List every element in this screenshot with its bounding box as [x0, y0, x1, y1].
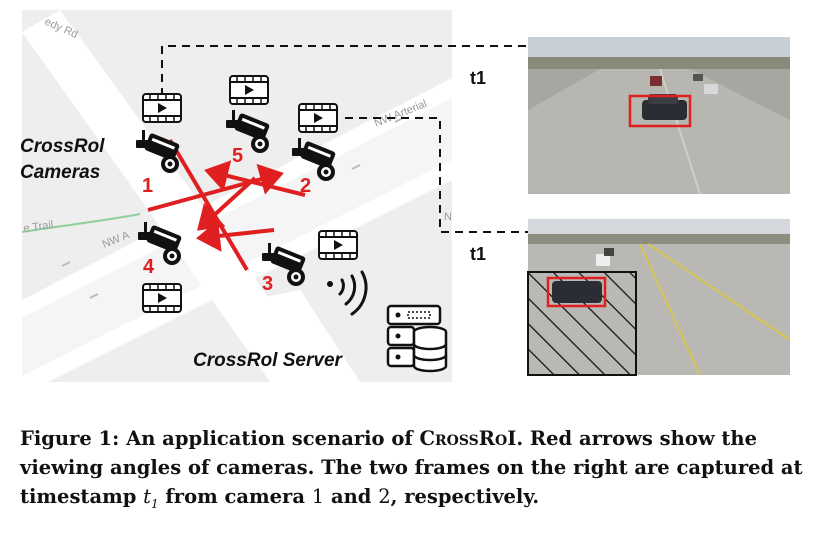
camera-number-3: 3 — [262, 273, 273, 295]
video-icon-cam4 — [142, 283, 182, 313]
video-icon-cam2 — [298, 103, 338, 133]
video-icon-cam5 — [229, 75, 269, 105]
road-label-n: N — [444, 211, 452, 223]
figure-diagram: edy Rd NW Arterial NW A e Trail N 1 2 3 … — [20, 10, 791, 382]
caption-timestamp: t1 — [143, 485, 159, 511]
timestamp-label-bottom: t1 — [470, 244, 486, 264]
caption-prefix: Figure 1: An application scenario of — [20, 427, 420, 450]
cameras-label-line2: Cameras — [20, 162, 100, 183]
camera-number-2: 2 — [300, 175, 311, 197]
caption-cam-a: 1 — [311, 485, 325, 508]
caption-suffix: , respectively. — [390, 485, 540, 508]
caption-ts-var: t — [143, 485, 151, 508]
server-label: CrossRol Server — [193, 350, 344, 371]
caption-ts-sub: 1 — [150, 496, 159, 511]
caption-system-name: CrossRoI — [419, 427, 517, 450]
caption-cam-b: 2 — [378, 485, 391, 508]
server-icon — [386, 304, 448, 373]
figure-caption: Figure 1: An application scenario of Cro… — [20, 424, 810, 519]
caption-mid2: from camera — [158, 485, 312, 508]
cameras-label-line1: CrossRol — [20, 136, 105, 157]
camera-number-5: 5 — [232, 145, 243, 167]
camera-number-4: 4 — [143, 256, 155, 278]
frame-camera-2 — [527, 219, 791, 376]
frame-camera-1 — [528, 37, 790, 195]
video-icon-cam1 — [142, 93, 182, 123]
camera-number-1: 1 — [142, 175, 153, 197]
timestamp-label-top: t1 — [470, 68, 486, 88]
video-icon-cam3 — [318, 230, 358, 260]
caption-and: and — [324, 485, 379, 508]
